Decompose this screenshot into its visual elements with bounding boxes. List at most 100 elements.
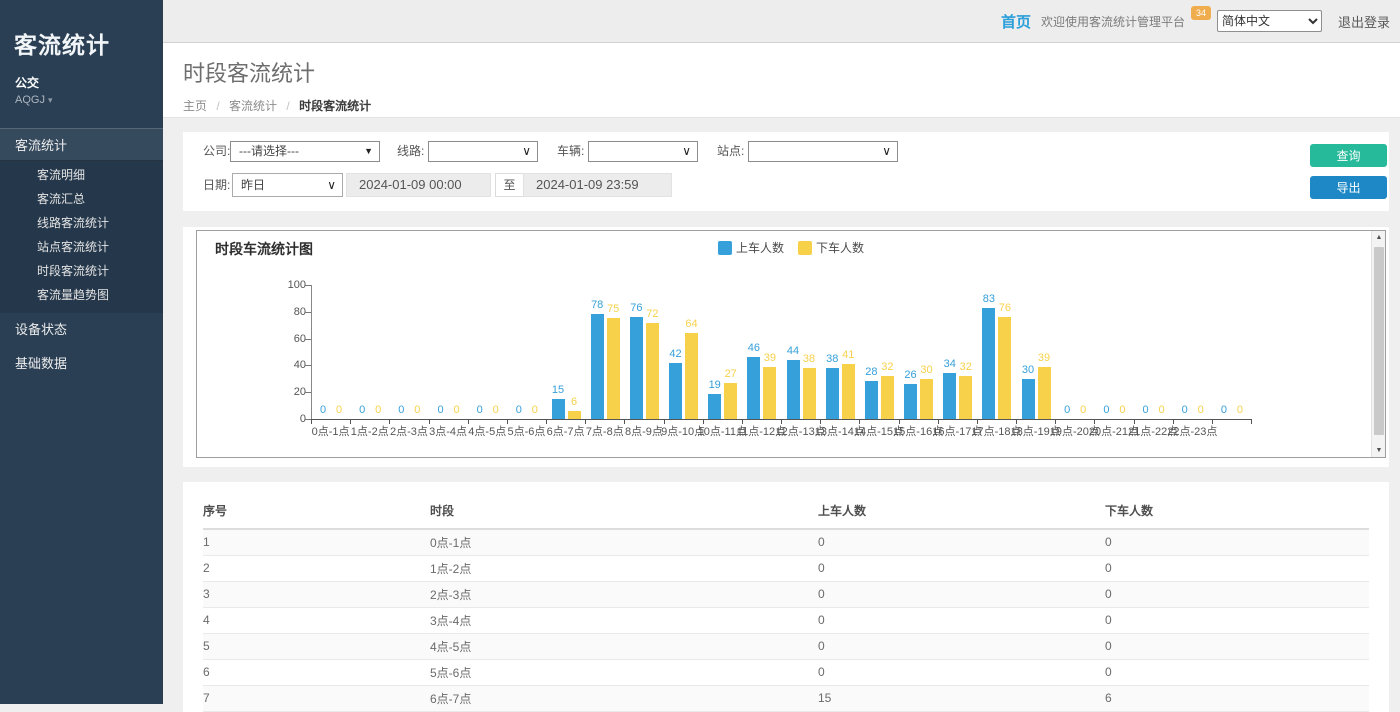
table-cell: 0 xyxy=(1105,555,1369,581)
sidebar-item-station-stats[interactable]: 站点客流统计 xyxy=(0,235,163,259)
y-axis-tick-label: 60 xyxy=(266,333,306,345)
date-range-separator: 至 xyxy=(495,173,524,197)
table-row: 76点-7点156 xyxy=(203,685,1369,711)
sidebar-item-line-stats[interactable]: 线路客流统计 xyxy=(0,211,163,235)
boarding-bar xyxy=(826,368,839,419)
bar-value-label: 72 xyxy=(635,308,669,320)
scroll-down-icon[interactable]: ▼ xyxy=(1372,444,1386,457)
sidebar-item-passenger-summary[interactable]: 客流汇总 xyxy=(0,187,163,211)
boarding-bar xyxy=(982,308,995,419)
x-axis-category-label: 4点-5点 xyxy=(468,423,506,439)
x-axis-category-label: 3点-4点 xyxy=(429,423,467,439)
sidebar-item-trend-chart[interactable]: 客流量趋势图 xyxy=(0,283,163,307)
boarding-bar xyxy=(787,360,800,419)
chevron-down-icon: ∨ xyxy=(327,174,336,196)
boarding-bar xyxy=(1022,379,1035,419)
col-header-index: 序号 xyxy=(203,496,430,529)
company-select[interactable]: ---请选择--- ▼ xyxy=(230,141,380,162)
table-cell: 6 xyxy=(1105,685,1369,711)
page-header: 时段客流统计 主页 / 客流统计 / 时段客流统计 xyxy=(163,43,1400,118)
export-button[interactable]: 导出 xyxy=(1310,176,1387,199)
welcome-text: 欢迎使用客流统计管理平台 xyxy=(1041,13,1185,30)
chevron-down-icon: ∨ xyxy=(682,142,691,161)
table-panel: 序号 时段 上车人数 下车人数 10点-1点0021点-2点0032点-3点00… xyxy=(183,482,1389,712)
date-to-input[interactable]: 2024-01-09 23:59 xyxy=(523,173,672,197)
boarding-bar xyxy=(865,381,878,419)
line-label: 线路: xyxy=(397,141,424,162)
table-cell: 0点-1点 xyxy=(430,529,818,555)
x-axis-category-label: 22点-23点 xyxy=(1167,423,1217,439)
bar-chart-plot: 0204060801000点-1点001点-2点002点-3点003点-4点00… xyxy=(197,231,1371,457)
scroll-up-icon[interactable]: ▲ xyxy=(1372,231,1386,244)
table-cell: 0 xyxy=(1105,659,1369,685)
table-cell: 0 xyxy=(818,659,1105,685)
table-row: 10点-1点00 xyxy=(203,529,1369,555)
breadcrumb-home[interactable]: 主页 xyxy=(183,99,207,113)
notification-badge: 34 xyxy=(1191,6,1211,20)
bar-value-label: 76 xyxy=(988,302,1022,314)
x-axis-category-label: 0点-1点 xyxy=(312,423,350,439)
logout-link[interactable]: 退出登录 xyxy=(1338,12,1390,31)
alighting-bar xyxy=(763,367,776,419)
alighting-bar xyxy=(842,364,855,419)
table-cell: 2点-3点 xyxy=(430,581,818,607)
sidebar-item-passenger-detail[interactable]: 客流明细 xyxy=(0,163,163,187)
x-axis-category-label: 1点-2点 xyxy=(351,423,389,439)
breadcrumb-passenger-stats[interactable]: 客流统计 xyxy=(229,99,277,113)
table-cell: 3 xyxy=(203,581,430,607)
chevron-down-icon: ∨ xyxy=(522,142,531,161)
bar-value-label: 0 xyxy=(1223,404,1257,416)
date-from-input[interactable]: 2024-01-09 00:00 xyxy=(346,173,491,197)
content: 公司: ---请选择--- ▼ 线路: ∨ 车辆: ∨ 站点: ∨ 日期: 昨日… xyxy=(163,118,1400,712)
vehicle-label: 车辆: xyxy=(557,141,584,162)
boarding-bar xyxy=(747,357,760,419)
date-label: 日期: xyxy=(203,173,230,197)
table-cell: 0 xyxy=(1105,581,1369,607)
chart-panel: 时段车流统计图 上车人数 下车人数 0204060801000点-1点001点-… xyxy=(183,227,1389,467)
main-area: 首页 欢迎使用客流统计管理平台 34 简体中文 退出登录 时段客流统计 主页 /… xyxy=(163,0,1400,704)
y-axis-tick-label: 40 xyxy=(266,359,306,371)
language-select[interactable]: 简体中文 xyxy=(1217,10,1322,32)
bar-value-label: 15 xyxy=(541,384,575,396)
breadcrumb-separator: / xyxy=(286,99,289,113)
x-axis-category-label: 8点-9点 xyxy=(625,423,663,439)
table-cell: 0 xyxy=(1105,607,1369,633)
sidebar-section-device-status[interactable]: 设备状态 xyxy=(0,313,163,347)
boarding-bar xyxy=(943,373,956,419)
boarding-bar xyxy=(591,314,604,419)
table-cell: 0 xyxy=(818,555,1105,581)
x-axis-category-label: 5点-6点 xyxy=(507,423,545,439)
bar-value-label: 27 xyxy=(714,368,748,380)
page-title: 时段客流统计 xyxy=(183,43,1400,88)
station-select[interactable]: ∨ xyxy=(748,141,898,162)
table-row: 21点-2点00 xyxy=(203,555,1369,581)
filter-panel: 公司: ---请选择--- ▼ 线路: ∨ 车辆: ∨ 站点: ∨ 日期: 昨日… xyxy=(183,132,1389,211)
bar-value-label: 6 xyxy=(557,396,591,408)
table-cell: 5 xyxy=(203,633,430,659)
org-code-dropdown[interactable]: AQGJ ▾ xyxy=(0,91,163,106)
table-header-row: 序号 时段 上车人数 下车人数 xyxy=(203,496,1369,529)
col-header-alighting: 下车人数 xyxy=(1105,496,1369,529)
sidebar-item-period-stats[interactable]: 时段客流统计 xyxy=(0,259,163,283)
vehicle-select[interactable]: ∨ xyxy=(588,141,698,162)
y-axis-tick-label: 100 xyxy=(266,279,306,291)
table-cell: 4点-5点 xyxy=(430,633,818,659)
date-preset-value: 昨日 xyxy=(241,178,265,192)
table-cell: 0 xyxy=(1105,633,1369,659)
sidebar-section-passenger-stats[interactable]: 客流统计 xyxy=(0,128,163,161)
line-select[interactable]: ∨ xyxy=(428,141,538,162)
y-axis-tick xyxy=(305,312,311,313)
table-cell: 0 xyxy=(818,529,1105,555)
col-header-boarding: 上车人数 xyxy=(818,496,1105,529)
sidebar-section-base-data[interactable]: 基础数据 xyxy=(0,347,163,381)
station-label: 站点: xyxy=(717,141,744,162)
chart-scrollbar[interactable]: ▲ ▼ xyxy=(1371,231,1385,457)
date-preset-select[interactable]: 昨日 ∨ xyxy=(232,173,343,197)
breadcrumb: 主页 / 客流统计 / 时段客流统计 xyxy=(183,97,1400,114)
boarding-bar xyxy=(904,384,917,419)
alighting-bar xyxy=(959,376,972,419)
home-link[interactable]: 首页 xyxy=(1001,11,1031,32)
search-button[interactable]: 查询 xyxy=(1310,144,1387,167)
alighting-bar xyxy=(920,379,933,419)
scrollbar-thumb[interactable] xyxy=(1374,247,1384,435)
